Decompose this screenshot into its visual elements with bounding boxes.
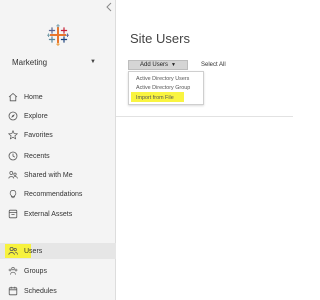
sidebar-item-label: Groups	[24, 267, 47, 275]
sidebar-item-explore[interactable]: Explore	[0, 108, 116, 124]
sidebar-item-recents[interactable]: Recents	[0, 148, 116, 164]
sidebar-item-users[interactable]: Users	[0, 243, 116, 259]
groups-icon	[8, 266, 18, 276]
calendar-icon	[8, 286, 18, 296]
users-icon	[8, 246, 18, 256]
site-name: Marketing	[12, 57, 48, 67]
sidebar-item-external-assets[interactable]: External Assets	[0, 206, 116, 222]
sidebar-item-label: Home	[24, 93, 43, 101]
divider	[116, 116, 293, 117]
add-users-button[interactable]: Add Users ▼	[128, 60, 188, 70]
menu-item-active-directory-users[interactable]: Active Directory Users	[129, 74, 203, 83]
clock-icon	[8, 151, 18, 161]
sidebar-item-recommendations[interactable]: Recommendations	[0, 186, 116, 202]
caret-down-icon: ▼	[171, 62, 176, 68]
sidebar-item-groups[interactable]: Groups	[0, 263, 116, 279]
add-users-dropdown-menu: Active Directory Users Active Directory …	[128, 71, 204, 105]
sidebar-item-label: Users	[24, 247, 43, 255]
select-all-link[interactable]: Select All	[201, 62, 226, 68]
database-icon	[8, 209, 18, 219]
chevron-left-icon[interactable]	[103, 1, 115, 13]
sidebar-item-home[interactable]: Home	[0, 89, 116, 105]
sidebar-item-label: Schedules	[24, 287, 57, 295]
site-selector[interactable]: Marketing ▼	[12, 55, 104, 69]
sidebar-item-label: Favorites	[24, 131, 53, 139]
sidebar: Marketing ▼ Home Explore Favorites Recen…	[0, 0, 116, 300]
home-icon	[8, 92, 18, 102]
sidebar-item-shared-with-me[interactable]: Shared with Me	[0, 167, 116, 183]
sidebar-item-label: Recents	[24, 152, 50, 160]
menu-item-active-directory-group[interactable]: Active Directory Group	[129, 83, 203, 92]
compass-icon	[8, 111, 18, 121]
sidebar-item-schedules[interactable]: Schedules	[0, 283, 116, 299]
sidebar-item-label: Recommendations	[24, 190, 83, 198]
sidebar-item-favorites[interactable]: Favorites	[0, 127, 116, 143]
sidebar-item-label: Shared with Me	[24, 171, 73, 179]
sidebar-item-label: Explore	[24, 112, 48, 120]
tableau-logo-icon	[46, 24, 70, 46]
add-users-label: Add Users	[140, 62, 169, 68]
caret-down-icon: ▼	[90, 59, 96, 65]
lightbulb-icon	[8, 189, 18, 199]
star-icon	[8, 130, 18, 140]
menu-item-import-from-file[interactable]: Import from File	[129, 93, 203, 102]
page-title: Site Users	[130, 31, 190, 46]
shared-users-icon	[8, 170, 18, 180]
sidebar-item-label: External Assets	[24, 210, 73, 218]
